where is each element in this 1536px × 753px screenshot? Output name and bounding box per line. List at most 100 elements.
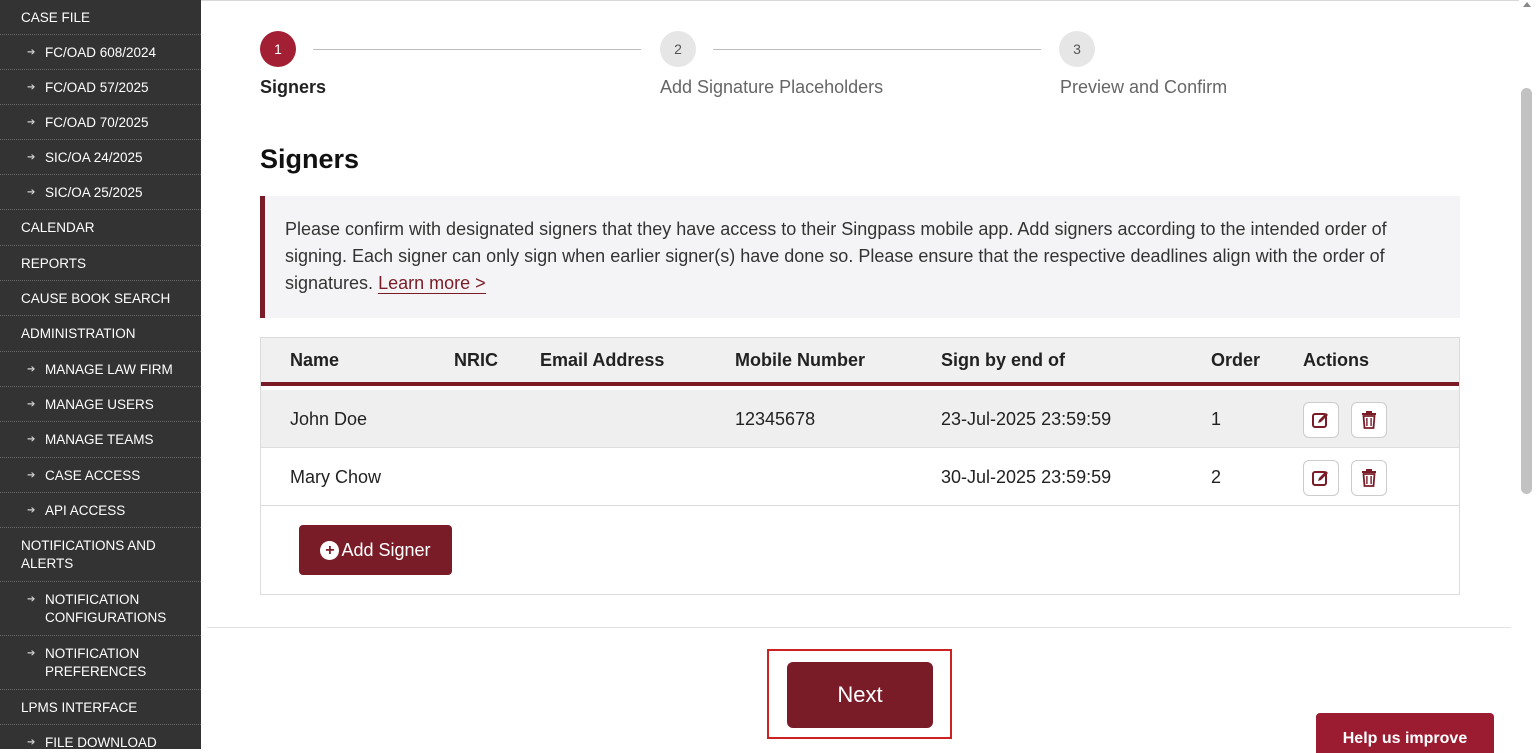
signers-table: Name NRIC Email Address Mobile Number Si…	[260, 337, 1460, 595]
sidebar-item-case[interactable]: ➔ SIC/OA 25/2025	[0, 175, 201, 210]
add-signer-button[interactable]: + Add Signer	[299, 525, 452, 575]
signer-deadline: 23-Jul-2025 23:59:59	[941, 409, 1112, 429]
add-signer-label: Add Signer	[341, 539, 431, 560]
scrollbar-thumb[interactable]	[1521, 88, 1532, 494]
arrow-right-icon: ➔	[27, 82, 36, 93]
table-row: John Doe 12345678 23-Jul-2025 23:59:59 1	[261, 390, 1459, 448]
sidebar-item-manage-teams[interactable]: ➔ MANAGE TEAMS	[0, 422, 201, 458]
sidebar-item-label: CASE FILE	[21, 10, 91, 25]
sidebar-item-label: FC/OAD 57/2025	[45, 80, 149, 95]
signer-deadline: 30-Jul-2025 23:59:59	[941, 467, 1112, 487]
sidebar-item-notification-preferences[interactable]: ➔ NOTIFICATION PREFERENCES	[0, 636, 201, 690]
sidebar-item-label: SIC/OA 25/2025	[45, 185, 143, 200]
trash-icon	[1362, 469, 1376, 487]
sidebar-item-label: CAUSE BOOK SEARCH	[21, 291, 171, 306]
column-header-email: Email Address	[540, 350, 665, 370]
sidebar-item-manage-law-firm[interactable]: ➔ MANAGE LAW FIRM	[0, 352, 201, 387]
sidebar-item-label: NOTIFICATION CONFIGURATIONS	[45, 592, 167, 625]
sidebar-item-administration[interactable]: ADMINISTRATION	[0, 316, 201, 352]
sidebar-item-label: FC/OAD 608/2024	[45, 45, 157, 60]
arrow-right-icon: ➔	[27, 47, 36, 58]
sidebar-item-label: API ACCESS	[45, 503, 126, 518]
sidebar-item-label: ADMINISTRATION	[21, 326, 136, 341]
arrow-right-icon: ➔	[27, 505, 36, 516]
top-divider	[201, 0, 1519, 1]
plus-circle-icon: +	[320, 540, 340, 560]
delete-signer-button[interactable]	[1351, 402, 1387, 438]
step-connector	[313, 49, 641, 50]
step-2-indicator: 2	[660, 31, 696, 67]
next-button[interactable]: Next	[787, 662, 933, 728]
column-header-sign-by: Sign by end of	[941, 350, 1065, 370]
sidebar-item-case[interactable]: ➔ SIC/OA 24/2025	[0, 140, 201, 175]
sidebar-item-case-file[interactable]: CASE FILE	[0, 0, 201, 35]
edit-icon	[1312, 471, 1328, 486]
sidebar-item-case-access[interactable]: ➔ CASE ACCESS	[0, 458, 201, 493]
sidebar-item-label: MANAGE LAW FIRM	[45, 362, 173, 377]
sidebar-item-case[interactable]: ➔ FC/OAD 57/2025	[0, 70, 201, 105]
sidebar-item-label: NOTIFICATIONS AND ALERTS	[21, 538, 156, 571]
table-row: Mary Chow 30-Jul-2025 23:59:59 2	[261, 448, 1459, 506]
column-header-order: Order	[1211, 350, 1261, 370]
help-us-improve-button[interactable]: Help us improve	[1316, 713, 1494, 753]
main-content: 1 2 3 Signers Add Signature Placeholders…	[201, 0, 1519, 749]
edit-signer-button[interactable]	[1303, 460, 1339, 496]
arrow-right-icon: ➔	[27, 152, 36, 163]
sidebar-item-label: CASE ACCESS	[45, 468, 141, 483]
sidebar-item-lpms-interface[interactable]: LPMS INTERFACE	[0, 690, 201, 725]
signer-order: 2	[1211, 467, 1222, 487]
section-title: Signers	[260, 144, 360, 174]
sidebar-item-label: MANAGE USERS	[45, 397, 154, 412]
signer-name: John Doe	[290, 409, 368, 429]
sidebar-item-case[interactable]: ➔ FC/OAD 608/2024	[0, 35, 201, 70]
sidebar-item-label: REPORTS	[21, 256, 87, 271]
edit-signer-button[interactable]	[1303, 402, 1339, 438]
learn-more-link[interactable]: Learn more >	[378, 273, 486, 294]
trash-icon	[1362, 411, 1376, 429]
sidebar-item-file-download[interactable]: ➔ FILE DOWNLOAD	[0, 725, 201, 749]
sidebar-item-label: SIC/OA 24/2025	[45, 150, 143, 165]
sidebar-item-label: CALENDAR	[21, 220, 95, 235]
arrow-right-icon: ➔	[27, 364, 36, 375]
column-header-name: Name	[290, 350, 340, 370]
arrow-right-icon: ➔	[27, 737, 36, 748]
sidebar-item-case[interactable]: ➔ FC/OAD 70/2025	[0, 105, 201, 140]
sidebar-item-cause-book-search[interactable]: CAUSE BOOK SEARCH	[0, 281, 201, 316]
signer-mobile: 12345678	[735, 409, 816, 429]
sidebar-item-notifications-and-alerts[interactable]: NOTIFICATIONS AND ALERTS	[0, 528, 201, 582]
arrow-right-icon: ➔	[27, 648, 36, 659]
column-header-nric: NRIC	[454, 350, 498, 370]
sidebar-item-label: FILE DOWNLOAD	[45, 735, 157, 749]
arrow-right-icon: ➔	[27, 187, 36, 198]
step-1-label: Signers	[260, 77, 327, 97]
step-3-label: Preview and Confirm	[1060, 77, 1228, 97]
arrow-right-icon: ➔	[27, 399, 36, 410]
step-2-label: Add Signature Placeholders	[660, 77, 884, 97]
arrow-right-icon: ➔	[27, 434, 36, 445]
sidebar-item-reports[interactable]: REPORTS	[0, 246, 201, 281]
sidebar-item-label: FC/OAD 70/2025	[45, 115, 149, 130]
scroll-up-arrow-icon[interactable]	[1523, 2, 1531, 7]
sidebar-item-calendar[interactable]: CALENDAR	[0, 210, 201, 246]
sidebar-item-manage-users[interactable]: ➔ MANAGE USERS	[0, 387, 201, 422]
signer-order: 1	[1211, 409, 1222, 429]
info-notice: Please confirm with designated signers t…	[260, 196, 1460, 318]
edit-icon	[1312, 413, 1328, 428]
step-connector	[713, 49, 1041, 50]
sidebar-item-label: LPMS INTERFACE	[21, 700, 138, 715]
arrow-right-icon: ➔	[27, 470, 36, 481]
sidebar-item-notification-configurations[interactable]: ➔ NOTIFICATION CONFIGURATIONS	[0, 582, 201, 636]
section-divider	[207, 627, 1511, 628]
sidebar-item-api-access[interactable]: ➔ API ACCESS	[0, 493, 201, 528]
table-header: Name NRIC Email Address Mobile Number Si…	[261, 338, 1459, 386]
sidebar: CASE FILE ➔ FC/OAD 608/2024 ➔ FC/OAD 57/20…	[0, 0, 201, 749]
scrollbar[interactable]	[1519, 0, 1536, 749]
signer-name: Mary Chow	[290, 467, 382, 487]
delete-signer-button[interactable]	[1351, 460, 1387, 496]
step-3-indicator: 3	[1059, 31, 1095, 67]
sidebar-item-label: NOTIFICATION PREFERENCES	[45, 646, 147, 679]
arrow-right-icon: ➔	[27, 594, 36, 605]
step-1-indicator: 1	[260, 31, 296, 67]
sidebar-item-label: MANAGE TEAMS	[45, 432, 154, 447]
arrow-right-icon: ➔	[27, 117, 36, 128]
